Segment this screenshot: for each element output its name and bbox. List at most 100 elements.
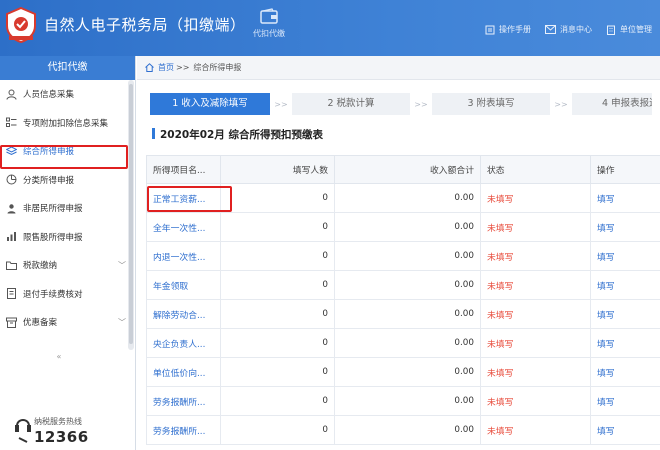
sidebar-item-refund-fee-check[interactable]: 退付手续费核对 xyxy=(0,280,135,309)
item-name-link[interactable]: 内退一次性... xyxy=(146,241,221,271)
hotline-number: 12366 xyxy=(34,428,89,446)
filled-count: 0 xyxy=(220,415,335,445)
period-title-text: 2020年02月 综合所得预扣预缴表 xyxy=(160,129,323,141)
item-name-link[interactable]: 劳务报酬所... xyxy=(146,386,221,416)
income-total: 0.00 xyxy=(334,270,481,300)
nav-withholding-label: 代扣代缴 xyxy=(253,29,285,38)
filled-count: 0 xyxy=(220,183,335,213)
step-tax-calculation[interactable]: 2 税款计算 xyxy=(292,93,410,115)
sidebar-item-label: 人员信息采集 xyxy=(23,90,75,101)
highlight-box xyxy=(0,145,128,169)
sidebar-item-restricted-shares[interactable]: 限售股所得申报 xyxy=(0,223,135,252)
document-icon xyxy=(7,288,16,300)
manual-icon xyxy=(485,25,495,34)
fill-link[interactable]: 填写 xyxy=(590,241,660,271)
table-row: 解除劳动合... 0 0.00 未填写 填写 xyxy=(146,299,660,329)
sidebar-item-non-resident[interactable]: 非居民所得申报 xyxy=(0,194,135,223)
sidebar-item-label: 税款缴纳 xyxy=(23,261,58,272)
person-icon xyxy=(6,89,17,100)
building-icon xyxy=(607,25,615,35)
table-header-row: 所得项目名... 填写人数 收入额合计 状态 操作 xyxy=(146,155,660,184)
step-submit-report[interactable]: 4 申报表报送 xyxy=(572,93,652,115)
income-total: 0.00 xyxy=(334,241,481,271)
status-text: 未填写 xyxy=(480,328,591,358)
fill-link[interactable]: 填写 xyxy=(590,212,660,242)
sidebar-item-personnel-info[interactable]: 人员信息采集 xyxy=(0,80,135,109)
status-text: 未填写 xyxy=(480,241,591,271)
status-text: 未填写 xyxy=(480,212,591,242)
filled-count: 0 xyxy=(220,270,335,300)
nav-withholding[interactable]: 代扣代缴 xyxy=(247,8,291,39)
col-header-income[interactable]: 收入额合计 xyxy=(334,155,481,184)
item-name-link[interactable]: 劳务报酬所... xyxy=(146,415,221,445)
breadcrumb: 首页 >> 综合所得申报 xyxy=(137,56,660,80)
income-total: 0.00 xyxy=(334,415,481,445)
sidebar-item-label: 退付手续费核对 xyxy=(23,289,83,300)
user-icon xyxy=(7,204,16,214)
sidebar-item-tax-payment[interactable]: 税款缴纳 ﹀ xyxy=(0,251,135,280)
sidebar-item-preferential-filing[interactable]: 优惠备案 ﹀ xyxy=(0,308,135,337)
page-title: 2020年02月 综合所得预扣预缴表 xyxy=(152,127,323,142)
col-header-status[interactable]: 状态 xyxy=(480,155,591,184)
table-row: 央企负责人... 0 0.00 未填写 填写 xyxy=(146,328,660,358)
col-header-item[interactable]: 所得项目名... xyxy=(146,155,221,184)
status-text: 未填写 xyxy=(480,386,591,416)
income-total: 0.00 xyxy=(334,212,481,242)
unit-management-link[interactable]: 单位管理 xyxy=(606,24,652,35)
wizard-steps: 1 收入及减除填写 >> 2 税款计算 >> 3 附表填写 >> 4 申报表报送 xyxy=(150,93,652,115)
manual-label: 操作手册 xyxy=(499,25,531,34)
item-name-link[interactable]: 央企负责人... xyxy=(146,328,221,358)
fill-link[interactable]: 填写 xyxy=(590,299,660,329)
messages-label: 消息中心 xyxy=(560,25,592,34)
sidebar-item-classified-income[interactable]: 分类所得申报 xyxy=(0,166,135,195)
envelope-icon xyxy=(545,25,556,34)
status-text: 未填写 xyxy=(480,270,591,300)
item-name-link[interactable]: 全年一次性... xyxy=(146,212,221,242)
archive-icon xyxy=(6,317,17,328)
chevron-down-icon: ﹀ xyxy=(118,318,126,327)
item-name-link[interactable]: 年金领取 xyxy=(146,270,221,300)
fill-link[interactable]: 填写 xyxy=(590,415,660,445)
highlight-box xyxy=(147,186,232,212)
folder-icon xyxy=(6,261,17,270)
table-row: 劳务报酬所... 0 0.00 未填写 填写 xyxy=(146,415,660,445)
wallet-icon xyxy=(260,8,278,24)
hotline-label: 纳税服务热线 xyxy=(34,417,82,426)
sidebar-heading: 代扣代缴 xyxy=(0,56,135,80)
sidebar-item-label: 分类所得申报 xyxy=(23,175,75,186)
fill-link[interactable]: 填写 xyxy=(590,328,660,358)
col-header-count[interactable]: 填写人数 xyxy=(220,155,335,184)
home-icon xyxy=(145,63,154,72)
filled-count: 0 xyxy=(220,386,335,416)
col-header-action[interactable]: 操作 xyxy=(590,155,660,184)
pie-icon xyxy=(6,174,17,185)
item-name-link[interactable]: 单位低价向... xyxy=(146,357,221,387)
sidebar-item-special-deductions[interactable]: 专项附加扣除信息采集 xyxy=(0,109,135,138)
service-hotline: 纳税服务热线 12366 xyxy=(14,408,124,448)
step-income-deduction[interactable]: 1 收入及减除填写 xyxy=(150,93,270,115)
sidebar-item-label: 专项附加扣除信息采集 xyxy=(23,118,109,129)
filled-count: 0 xyxy=(220,299,335,329)
app-title: 自然人电子税务局（扣缴端） xyxy=(44,16,246,34)
table-row: 单位低价向... 0 0.00 未填写 填写 xyxy=(146,357,660,387)
chevron-down-icon: ﹀ xyxy=(118,261,126,270)
filled-count: 0 xyxy=(220,241,335,271)
fill-link[interactable]: 填写 xyxy=(590,183,660,213)
step-schedule-filling[interactable]: 3 附表填写 xyxy=(432,93,550,115)
item-name-link[interactable]: 解除劳动合... xyxy=(146,299,221,329)
fill-link[interactable]: 填写 xyxy=(590,270,660,300)
manual-link[interactable]: 操作手册 xyxy=(485,24,531,35)
fill-link[interactable]: 填写 xyxy=(590,386,660,416)
collapse-sidebar-button[interactable]: « xyxy=(50,352,68,362)
tax-emblem-icon xyxy=(6,6,36,44)
sidebar-scrollbar[interactable] xyxy=(128,80,134,350)
sidebar-item-label: 非居民所得申报 xyxy=(23,204,83,215)
sidebar-item-label: 限售股所得申报 xyxy=(23,232,83,243)
status-text: 未填写 xyxy=(480,183,591,213)
table-row: 全年一次性... 0 0.00 未填写 填写 xyxy=(146,212,660,242)
filled-count: 0 xyxy=(220,328,335,358)
messages-link[interactable]: 消息中心 xyxy=(545,24,592,35)
status-text: 未填写 xyxy=(480,299,591,329)
fill-link[interactable]: 填写 xyxy=(590,357,660,387)
breadcrumb-home-link[interactable]: 首页 xyxy=(158,62,174,73)
